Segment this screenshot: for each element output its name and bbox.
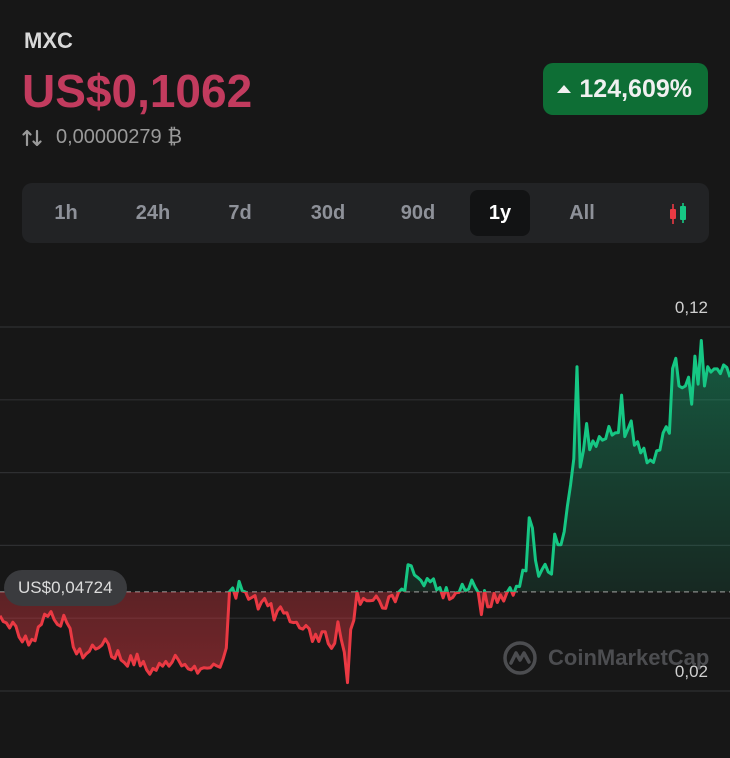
coin-symbol: MXC <box>24 28 73 53</box>
btc-price-row[interactable]: 0,00000279 ₿ <box>22 126 182 149</box>
price-change-badge: 124,609% <box>543 63 708 115</box>
time-range-selector: 1h 24h 7d 30d 90d 1y All <box>22 183 709 243</box>
coinmarketcap-logo-icon <box>503 641 537 675</box>
swap-arrows-icon[interactable] <box>22 128 42 148</box>
coinmarketcap-watermark: CoinMarketCap <box>502 640 709 676</box>
btc-price-value: 0,00000279 ₿ <box>56 126 183 148</box>
range-tab-24h[interactable]: 24h <box>120 190 186 236</box>
watermark-text: CoinMarketCap <box>548 645 710 670</box>
range-tab-1h[interactable]: 1h <box>34 190 98 236</box>
baseline-price-label: US$0,04724 <box>4 570 127 606</box>
arrow-up-icon <box>557 85 572 93</box>
price-change-value: 124,609% <box>579 74 692 103</box>
range-tab-all[interactable]: All <box>550 190 614 236</box>
range-tab-30d[interactable]: 30d <box>294 190 362 236</box>
coin-detail-screen: MXC US$0,1062 124,609% 0,00000279 ₿ 1h 2… <box>0 0 730 758</box>
candlestick-chart-icon[interactable] <box>665 201 691 227</box>
range-tab-1y[interactable]: 1y <box>470 190 530 236</box>
y-axis-max-label: 0,12 <box>674 298 708 317</box>
coin-price: US$0,1062 <box>22 65 253 117</box>
range-tab-90d[interactable]: 90d <box>384 190 452 236</box>
range-tab-7d[interactable]: 7d <box>208 190 272 236</box>
